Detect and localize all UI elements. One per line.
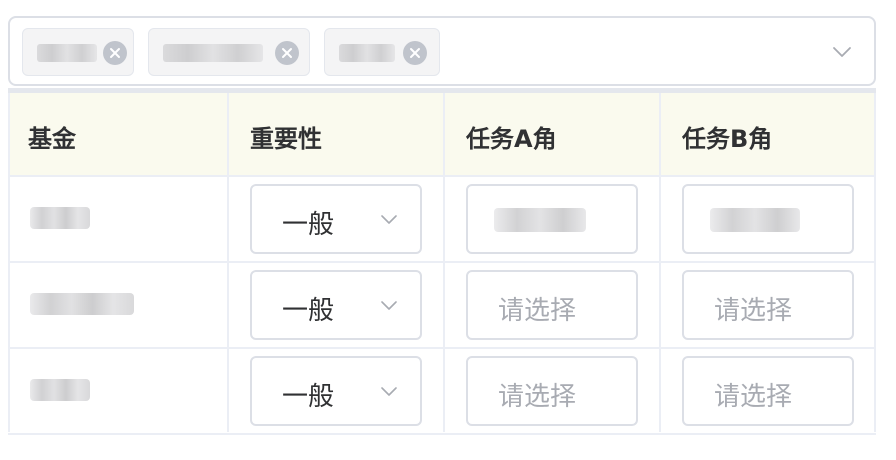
chevron-down-icon — [381, 301, 397, 310]
header-task-b: 任务B角 — [682, 125, 773, 153]
table-header-row: 基金 重要性 任务A角 任务B角 — [8, 93, 876, 177]
chevron-down-icon — [381, 387, 397, 396]
chevron-down-icon[interactable] — [832, 42, 852, 62]
importance-select[interactable]: 一般 — [250, 270, 422, 340]
task-a-placeholder: 请选择 — [498, 296, 577, 326]
fund-multiselect[interactable] — [8, 16, 876, 86]
table-row: 一般 — [8, 177, 876, 263]
chevron-down-icon — [381, 215, 397, 224]
header-task-a: 任务A角 — [466, 125, 557, 153]
task-a-select[interactable]: 请选择 — [466, 356, 638, 426]
column-divider — [8, 93, 10, 432]
importance-value: 一般 — [282, 296, 335, 326]
task-b-placeholder: 请选择 — [714, 382, 793, 412]
importance-value: 一般 — [282, 382, 335, 412]
importance-select[interactable]: 一般 — [250, 356, 422, 426]
header-fund: 基金 — [28, 125, 76, 153]
fund-name — [30, 379, 90, 401]
tag-close-icon[interactable] — [103, 41, 127, 65]
column-divider — [227, 93, 229, 432]
selected-tag — [22, 28, 134, 76]
task-b-select[interactable] — [682, 184, 854, 254]
task-b-value — [710, 208, 800, 232]
task-a-select[interactable] — [466, 184, 638, 254]
tag-close-icon[interactable] — [275, 41, 299, 65]
task-b-placeholder: 请选择 — [714, 296, 793, 326]
fund-name — [30, 293, 134, 315]
tag-label — [163, 44, 263, 62]
fund-task-table: 基金 重要性 任务A角 任务B角 一般 一般 请选择 请选择 一般 请选择 请选… — [8, 88, 876, 435]
table-row: 一般 请选择 请选择 — [8, 263, 876, 349]
task-a-select[interactable]: 请选择 — [466, 270, 638, 340]
header-importance: 重要性 — [250, 125, 322, 153]
task-a-placeholder: 请选择 — [498, 382, 577, 412]
task-a-value — [494, 208, 586, 232]
selected-tag — [148, 28, 310, 76]
fund-name — [30, 207, 90, 229]
task-b-select[interactable]: 请选择 — [682, 356, 854, 426]
table-row: 一般 请选择 请选择 — [8, 349, 876, 435]
column-divider — [874, 93, 876, 432]
column-divider — [443, 93, 445, 432]
importance-select[interactable]: 一般 — [250, 184, 422, 254]
tag-label — [37, 44, 97, 62]
importance-value: 一般 — [282, 210, 335, 240]
selected-tag — [324, 28, 440, 76]
tag-close-icon[interactable] — [403, 41, 427, 65]
task-b-select[interactable]: 请选择 — [682, 270, 854, 340]
tag-label — [339, 44, 395, 62]
column-divider — [659, 93, 661, 432]
